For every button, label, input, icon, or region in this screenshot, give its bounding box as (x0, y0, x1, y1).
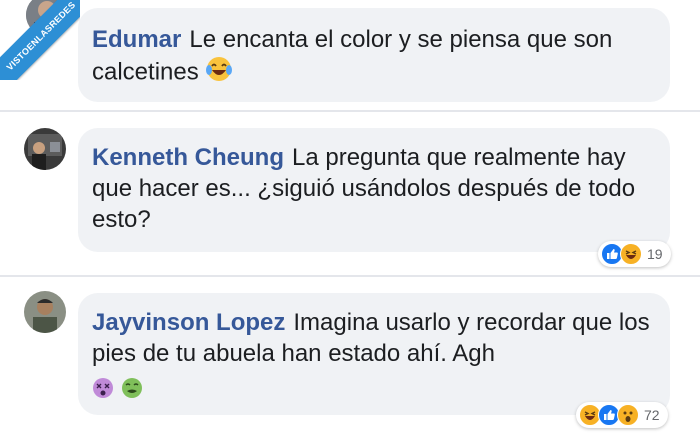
reaction-summary[interactable]: 19 (598, 241, 671, 267)
haha-icon (620, 243, 642, 265)
comment-bubble: Jayvinson Lopez Imagina usarlo y recordar… (78, 293, 670, 415)
comment-bubble: Edumar Le encanta el color y se piensa qu… (78, 8, 670, 102)
avatar[interactable] (24, 291, 66, 333)
comment-bubble: Kenneth Cheung La pregunta que realmente … (78, 128, 670, 252)
comment-kenneth-cheung: Kenneth Cheung La pregunta que realmente … (0, 112, 700, 277)
reaction-summary[interactable]: 72 (576, 402, 668, 428)
comment-author[interactable]: Jayvinson Lopez (92, 309, 285, 336)
laughing-tears-emoji (205, 55, 233, 91)
comment-jayvinson-lopez: Jayvinson Lopez Imagina usarlo y recordar… (0, 277, 700, 440)
wow-icon (617, 404, 639, 426)
reaction-count: 72 (644, 407, 660, 423)
reaction-count: 19 (647, 246, 663, 262)
watermark-corner: VISTOENLASREDES (0, 0, 80, 80)
dizzy-face-emoji (92, 376, 114, 407)
comment-edumar: Edumar Le encanta el color y se piensa qu… (0, 0, 700, 112)
comment-author[interactable]: Edumar (92, 26, 181, 53)
nauseated-face-emoji (121, 376, 143, 407)
avatar[interactable] (24, 128, 66, 170)
comment-author[interactable]: Kenneth Cheung (92, 144, 284, 171)
watermark-banner: VISTOENLASREDES (0, 0, 80, 80)
